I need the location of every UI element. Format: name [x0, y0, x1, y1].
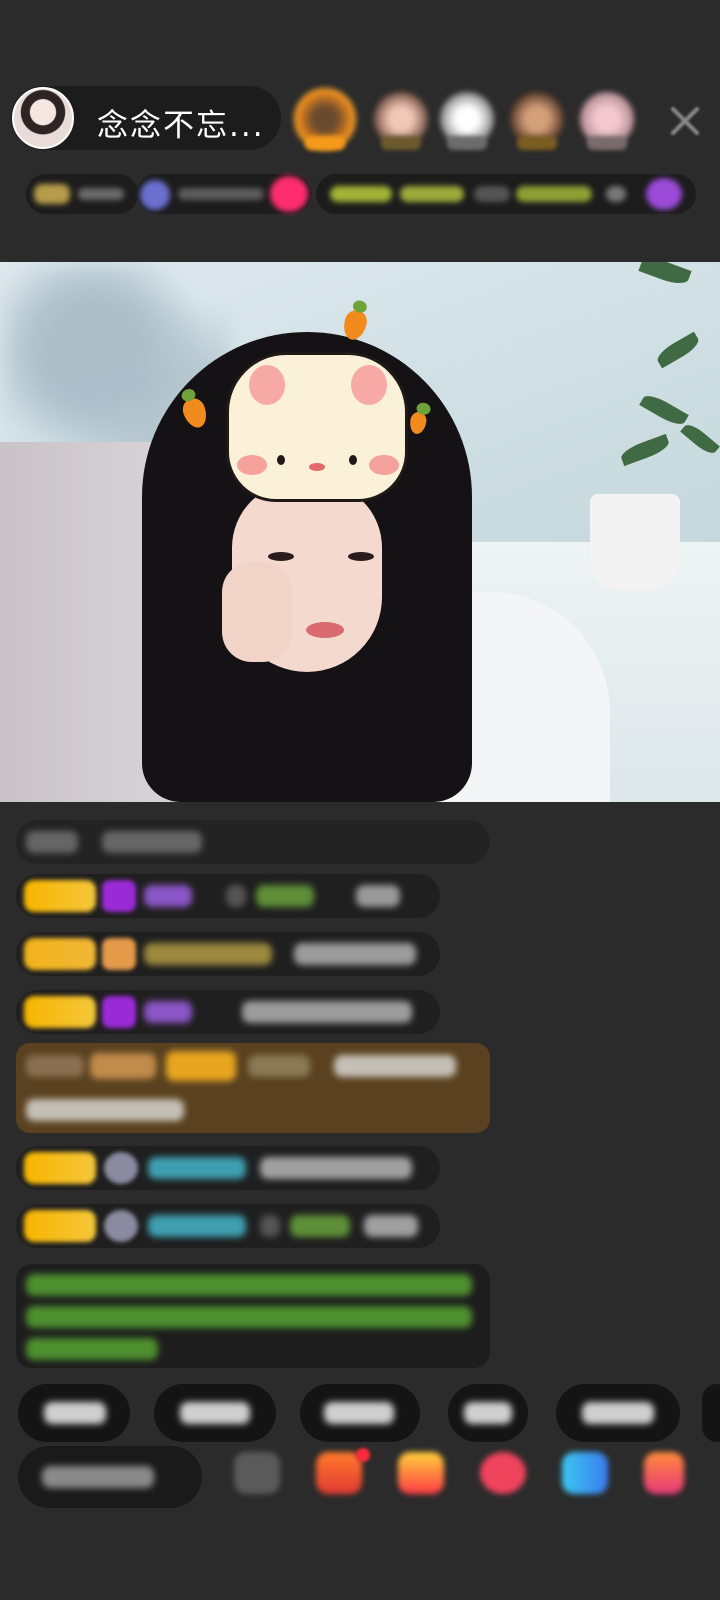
lips-icon[interactable]	[480, 1452, 526, 1494]
host-profile-pill[interactable]: 念念不忘...	[11, 86, 281, 150]
rank-chip[interactable]	[26, 174, 138, 214]
close-icon[interactable]	[668, 104, 702, 138]
chat-message	[16, 990, 440, 1034]
viewer-rank-badge	[517, 136, 557, 150]
chat-message	[16, 1204, 440, 1248]
chat-message	[16, 874, 440, 918]
viewer-rank-badge	[305, 136, 345, 150]
emoji-icon[interactable]	[234, 1452, 280, 1494]
event-banner-chip[interactable]	[316, 174, 696, 214]
chat-message	[16, 1146, 440, 1190]
live-video-stream[interactable]	[0, 262, 720, 802]
viewer-rank-badge	[381, 136, 421, 150]
host-name: 念念不忘...	[97, 108, 265, 144]
comment-input[interactable]	[18, 1446, 202, 1508]
notification-dot	[356, 1448, 370, 1462]
quick-reply-chip-1[interactable]	[18, 1384, 130, 1442]
grid-icon[interactable]	[644, 1452, 684, 1494]
chat-message	[16, 820, 490, 864]
quick-reply-chip-6[interactable]	[702, 1384, 720, 1442]
quick-reply-chip-5[interactable]	[556, 1384, 680, 1442]
bunny-sticker	[226, 352, 408, 502]
quick-reply-chip-4[interactable]	[448, 1384, 528, 1442]
quick-reply-chip-2[interactable]	[154, 1384, 276, 1442]
highlighted-chat-message	[16, 1043, 490, 1133]
chat-bubble-icon[interactable]	[562, 1452, 608, 1494]
system-notice	[16, 1264, 490, 1368]
chat-message	[16, 932, 440, 976]
viewer-rank-badge	[587, 136, 627, 150]
fans-club-chip[interactable]	[136, 174, 312, 214]
fries-icon[interactable]	[398, 1452, 444, 1494]
gift-box-icon[interactable]	[316, 1452, 362, 1494]
quick-reply-chip-3[interactable]	[300, 1384, 420, 1442]
host-avatar[interactable]	[12, 87, 74, 149]
viewer-rank-badge	[447, 136, 487, 150]
